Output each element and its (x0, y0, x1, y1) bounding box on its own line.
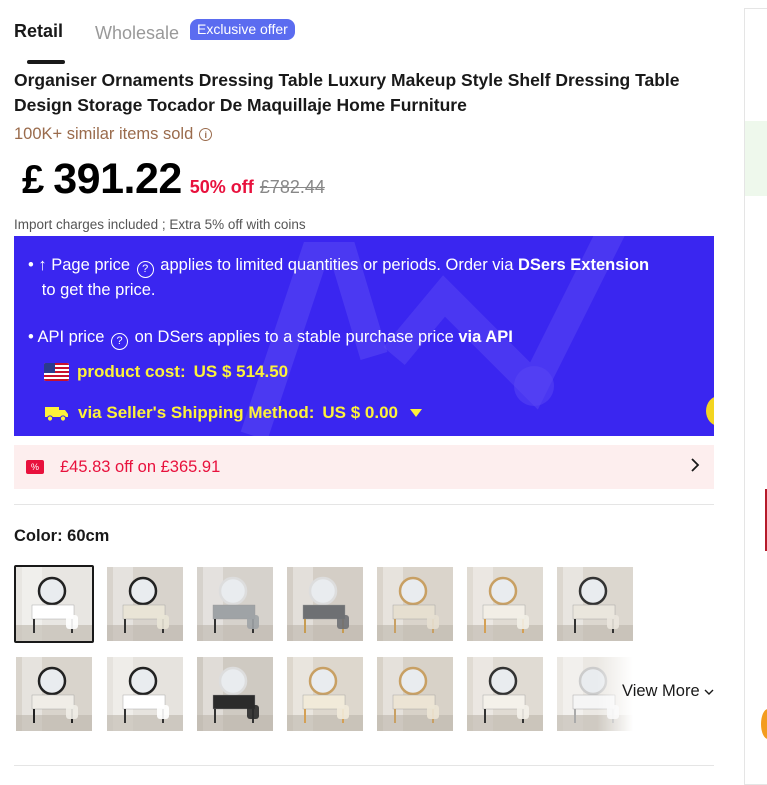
shipping-method-row[interactable]: via Seller's Shipping Method: US $ 0.00 (44, 403, 423, 423)
dsers-price-banner: • ↑ Page price ? applies to limited quan… (14, 236, 714, 436)
color-swatch-variant-11[interactable] (287, 657, 363, 731)
color-swatch-variant-3[interactable] (197, 567, 273, 641)
color-swatch-variant-1[interactable] (14, 565, 94, 643)
coupon-bar[interactable]: % £45.83 off on £365.91 (14, 445, 714, 489)
chevron-down-icon[interactable] (410, 409, 423, 417)
divider (14, 765, 714, 766)
api-price-label: API price (37, 328, 105, 346)
dressing-table-image (377, 567, 453, 641)
dressing-table-image (16, 657, 92, 731)
shipping-method-label: via Seller's Shipping Method: (78, 403, 315, 422)
shipping-cost-value: US $ 0.00 (322, 403, 399, 422)
color-swatch-variant-5[interactable] (377, 567, 453, 641)
original-price: £782.44 (259, 177, 325, 197)
product-cost-row: product cost: US $ 514.50 (44, 362, 288, 382)
dsers-extension-link[interactable]: DSers Extension (518, 256, 649, 274)
tab-retail[interactable]: Retail (14, 21, 63, 42)
dressing-table-image (107, 657, 183, 731)
via-api-link[interactable]: via API (458, 328, 512, 346)
sold-count: 100K+ similar items sold i (14, 125, 213, 144)
info-icon[interactable]: i (199, 128, 213, 141)
dressing-table-image (197, 567, 273, 641)
import-charges-note: Import charges included ; Extra 5% off w… (14, 217, 306, 232)
color-swatch-variant-10[interactable] (197, 657, 273, 731)
discount-percent: 50% off (189, 177, 254, 197)
dressing-table-image (287, 567, 363, 641)
color-swatch-variant-7[interactable] (557, 567, 633, 641)
side-panel (744, 8, 767, 785)
side-panel-float-button[interactable] (761, 709, 767, 739)
active-tab-indicator (27, 60, 65, 64)
divider (14, 504, 714, 505)
page-price-note: • ↑ Page price ? applies to limited quan… (28, 256, 650, 299)
coupon-text: £45.83 off on £365.91 (60, 457, 221, 476)
sold-count-text: 100K+ similar items sold (14, 125, 194, 143)
chevron-right-icon[interactable] (690, 457, 700, 473)
color-swatch-variant-13[interactable] (467, 657, 543, 731)
price-row: £ 391.22 50% off £782.44 (22, 155, 325, 204)
price-currency: £ (22, 158, 45, 202)
purchase-type-tabs: Retail Wholesale Exclusive offer (14, 14, 354, 64)
dressing-table-image (557, 567, 633, 641)
color-swatch-variant-8[interactable] (16, 657, 92, 731)
page-price-desc: applies to limited quantities or periods… (160, 256, 514, 274)
dressing-table-image (377, 657, 453, 731)
color-swatch-variant-9[interactable] (107, 657, 183, 731)
dressing-table-image (197, 657, 273, 731)
page-price-suffix: to get the price. (41, 281, 156, 299)
us-flag-icon (44, 363, 69, 381)
product-title: Organiser Ornaments Dressing Table Luxur… (14, 70, 680, 115)
dressing-table-image (467, 657, 543, 731)
exclusive-offer-badge: Exclusive offer (190, 19, 295, 40)
api-price-note: • API price ? on DSers applies to a stab… (28, 325, 513, 350)
help-icon[interactable]: ? (111, 333, 128, 350)
up-arrow-icon: ↑ (38, 256, 47, 274)
side-panel-highlight (745, 121, 767, 196)
dressing-table-image (287, 657, 363, 731)
color-swatch-variant-12[interactable] (377, 657, 453, 731)
coupon-icon: % (26, 460, 44, 474)
color-selection-label: Color: 60cm (14, 527, 110, 545)
product-cost-value: US $ 514.50 (193, 362, 289, 381)
dressing-table-image (107, 567, 183, 641)
color-swatch-variant-2[interactable] (107, 567, 183, 641)
help-icon[interactable]: ? (136, 261, 154, 278)
chevron-down-icon (704, 689, 714, 695)
view-more-button[interactable]: View More (622, 682, 714, 701)
color-swatch-variant-4[interactable] (287, 567, 363, 641)
api-price-desc: on DSers applies to a stable purchase pr… (134, 328, 454, 346)
dressing-table-image (467, 567, 543, 641)
product-cost-label: product cost: (77, 362, 186, 381)
view-more-label: View More (622, 682, 700, 700)
page-price-label: Page price (51, 256, 131, 274)
tab-wholesale[interactable]: Wholesale (95, 23, 179, 44)
dressing-table-image (16, 567, 92, 641)
price-value: 391.22 (53, 155, 182, 203)
truck-icon (45, 407, 68, 422)
color-swatch-variant-6[interactable] (467, 567, 543, 641)
